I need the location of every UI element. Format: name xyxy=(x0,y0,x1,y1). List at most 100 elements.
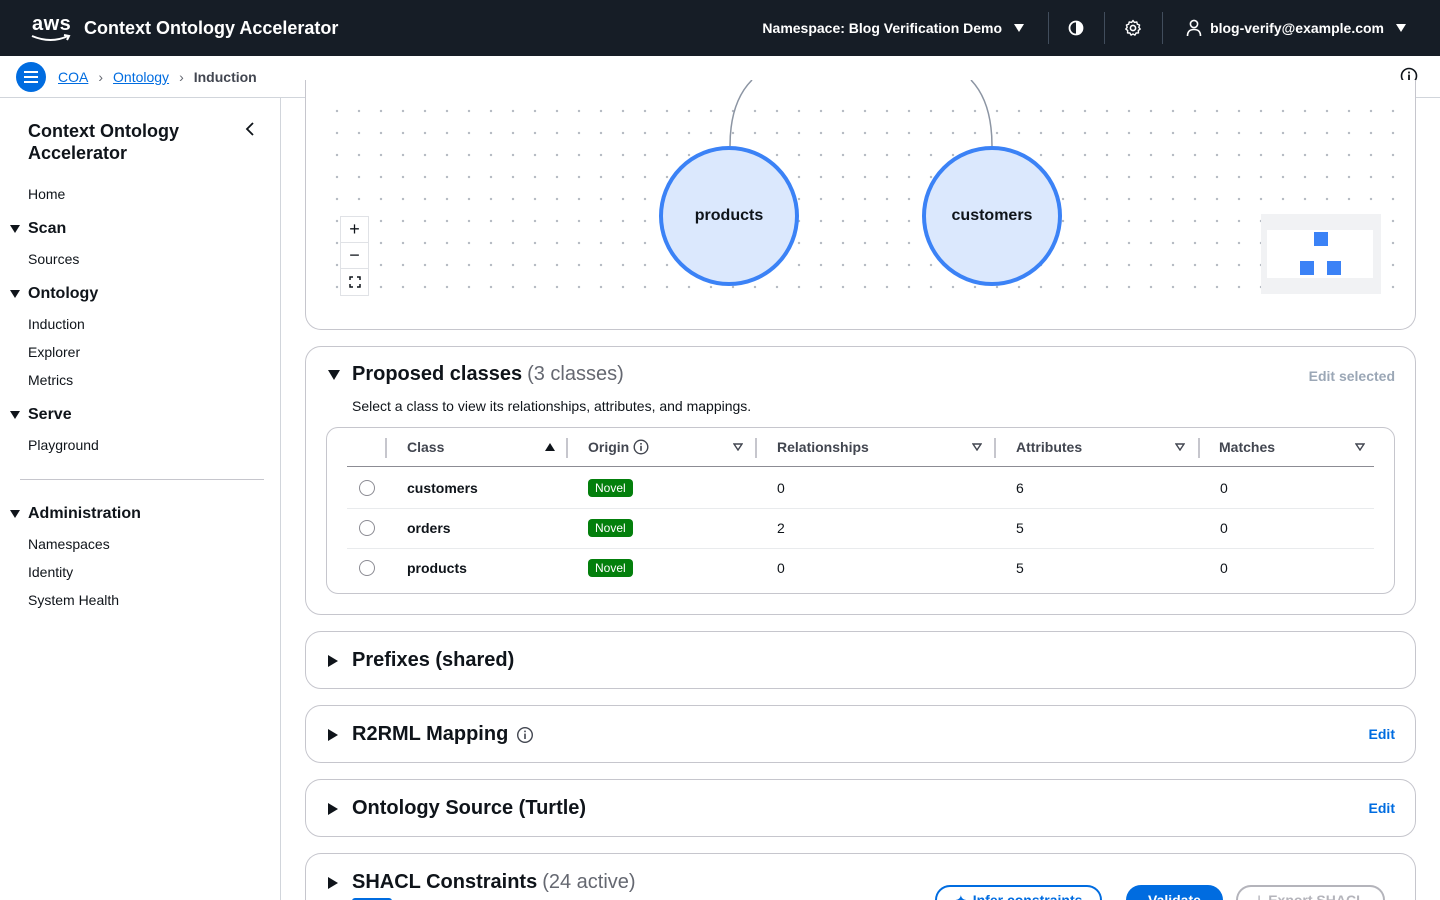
top-navigation: aws Context Ontology Accelerator Namespa… xyxy=(0,0,1440,56)
info-icon[interactable] xyxy=(633,439,649,455)
infer-constraints-button[interactable]: ✦ Infer constraints xyxy=(935,885,1103,900)
breadcrumb-coa[interactable]: COA xyxy=(58,69,88,85)
download-icon: ⤓ xyxy=(1256,891,1263,900)
prefixes-header[interactable]: Prefixes (shared) xyxy=(328,649,514,672)
edit-selected-button[interactable]: Edit selected xyxy=(1309,368,1395,384)
column-header-class[interactable]: Class xyxy=(407,428,555,466)
validate-button[interactable]: Validate xyxy=(1126,885,1223,900)
panel-description: Select a class to view its relationships… xyxy=(352,398,752,414)
sidebar-item-playground[interactable]: Playground xyxy=(28,437,99,453)
column-label: Origin xyxy=(588,439,630,455)
cell-relationships: 0 xyxy=(777,480,785,496)
column-label: Relationships xyxy=(777,439,869,455)
proposed-classes-header[interactable]: Proposed classes (3 classes) xyxy=(328,363,624,386)
caret-right-icon xyxy=(328,876,338,889)
r2rml-edit-button[interactable]: Edit xyxy=(1369,726,1395,742)
sidebar-section-serve[interactable]: Serve xyxy=(10,406,72,424)
graph-node-label: customers xyxy=(951,207,1033,224)
info-icon[interactable] xyxy=(516,726,534,744)
row-select-radio[interactable] xyxy=(359,480,375,496)
column-header-matches[interactable]: Matches xyxy=(1219,428,1365,466)
sidebar-section-ontology[interactable]: Ontology xyxy=(10,285,98,303)
hamburger-icon xyxy=(24,70,38,83)
caret-down-icon xyxy=(328,369,340,380)
minimap-viewport xyxy=(1267,230,1373,278)
sidebar-item-home[interactable]: Home xyxy=(28,186,65,202)
settings-button[interactable] xyxy=(1104,0,1162,56)
collapse-sidebar-button[interactable] xyxy=(244,122,256,141)
panel-title: R2RML Mapping xyxy=(352,723,509,745)
cell-class: customers xyxy=(407,480,478,496)
sort-ascending-icon xyxy=(545,443,555,451)
app-title: Context Ontology Accelerator xyxy=(84,17,339,38)
column-label: Matches xyxy=(1219,439,1276,455)
sparkle-icon: ✦ xyxy=(955,891,967,900)
button-label: Validate xyxy=(1148,892,1201,900)
sidebar-divider xyxy=(20,479,264,480)
caret-right-icon xyxy=(328,654,338,667)
panel-title: Prefixes (shared) xyxy=(352,649,515,671)
breadcrumb-ontology[interactable]: Ontology xyxy=(113,69,169,85)
graph-node-customers[interactable]: customers xyxy=(922,146,1062,286)
cell-attributes: 6 xyxy=(1016,480,1024,496)
menu-toggle-button[interactable] xyxy=(16,61,46,92)
graph-edge xyxy=(970,80,993,147)
column-divider xyxy=(755,438,757,458)
fit-view-button[interactable] xyxy=(341,269,368,295)
filter-caret-icon xyxy=(972,443,982,451)
column-header-origin[interactable]: Origin xyxy=(588,428,743,466)
origin-badge: Novel xyxy=(588,479,633,497)
sidebar-item-explorer[interactable]: Explorer xyxy=(28,344,80,360)
table-row[interactable]: products Novel 0 5 0 xyxy=(347,548,1374,588)
gear-icon xyxy=(1125,19,1141,36)
sidebar-item-induction[interactable]: Induction xyxy=(28,316,85,332)
sidebar-section-scan[interactable]: Scan xyxy=(10,220,66,238)
table-row[interactable]: customers Novel 0 6 0 xyxy=(347,468,1374,508)
user-menu[interactable]: blog-verify@example.com xyxy=(1162,0,1440,56)
sidebar-item-identity[interactable]: Identity xyxy=(28,564,73,580)
sidebar-section-label: Scan xyxy=(28,220,67,237)
r2rml-header[interactable]: R2RML Mapping xyxy=(328,723,534,746)
breadcrumb: COA › Ontology › Induction xyxy=(58,69,257,85)
button-label: Infer constraints xyxy=(972,892,1083,900)
caret-down-icon xyxy=(1396,24,1406,32)
zoom-in-button[interactable]: + xyxy=(341,217,368,243)
sidebar-item-metrics[interactable]: Metrics xyxy=(28,372,73,388)
panel-title: SHACL Constraints xyxy=(352,871,538,893)
breadcrumb-current: Induction xyxy=(193,68,257,85)
column-header-attributes[interactable]: Attributes xyxy=(1016,428,1185,466)
fit-view-icon xyxy=(348,276,361,288)
graph-node-products[interactable]: products xyxy=(659,146,799,286)
side-nav-title[interactable]: Context Ontology Accelerator xyxy=(28,120,228,164)
theme-toggle-button[interactable] xyxy=(1048,0,1104,56)
chevron-left-icon xyxy=(245,122,254,136)
sidebar-item-sources[interactable]: Sources xyxy=(28,251,79,267)
namespace-selector[interactable]: Namespace: Blog Verification Demo xyxy=(738,0,1048,56)
shacl-count: (24 active) xyxy=(542,871,636,893)
namespace-label: Namespace: Blog Verification Demo xyxy=(762,20,1003,36)
sidebar-section-administration[interactable]: Administration xyxy=(10,505,141,523)
brand[interactable]: aws Context Ontology Accelerator xyxy=(30,13,338,43)
panel-title: Ontology Source (Turtle) xyxy=(352,797,587,819)
shacl-header[interactable]: SHACL Constraints (24 active) xyxy=(328,871,636,894)
column-header-relationships[interactable]: Relationships xyxy=(777,428,982,466)
sidebar-section-label: Serve xyxy=(28,406,72,423)
cell-class: products xyxy=(407,560,467,576)
r2rml-panel: R2RML Mapping Edit xyxy=(305,705,1416,763)
turtle-source-header[interactable]: Ontology Source (Turtle) xyxy=(328,797,586,820)
zoom-out-button[interactable]: − xyxy=(341,243,368,269)
chevron-right-icon: › xyxy=(179,68,184,85)
sidebar-item-system-health[interactable]: System Health xyxy=(28,592,119,608)
row-select-radio[interactable] xyxy=(359,560,375,576)
origin-badge: Novel xyxy=(588,559,633,577)
sidebar-item-namespaces[interactable]: Namespaces xyxy=(28,536,110,552)
turtle-source-panel: Ontology Source (Turtle) Edit xyxy=(305,779,1416,837)
export-shacl-button[interactable]: ⤓ Export SHACL xyxy=(1236,885,1385,900)
caret-down-icon xyxy=(10,510,20,518)
caret-right-icon xyxy=(328,728,338,741)
chevron-right-icon: › xyxy=(98,68,104,85)
row-select-radio[interactable] xyxy=(359,520,375,536)
table-row[interactable]: orders Novel 2 5 0 xyxy=(347,508,1374,548)
turtle-edit-button[interactable]: Edit xyxy=(1369,800,1395,816)
graph-minimap[interactable] xyxy=(1261,214,1381,294)
